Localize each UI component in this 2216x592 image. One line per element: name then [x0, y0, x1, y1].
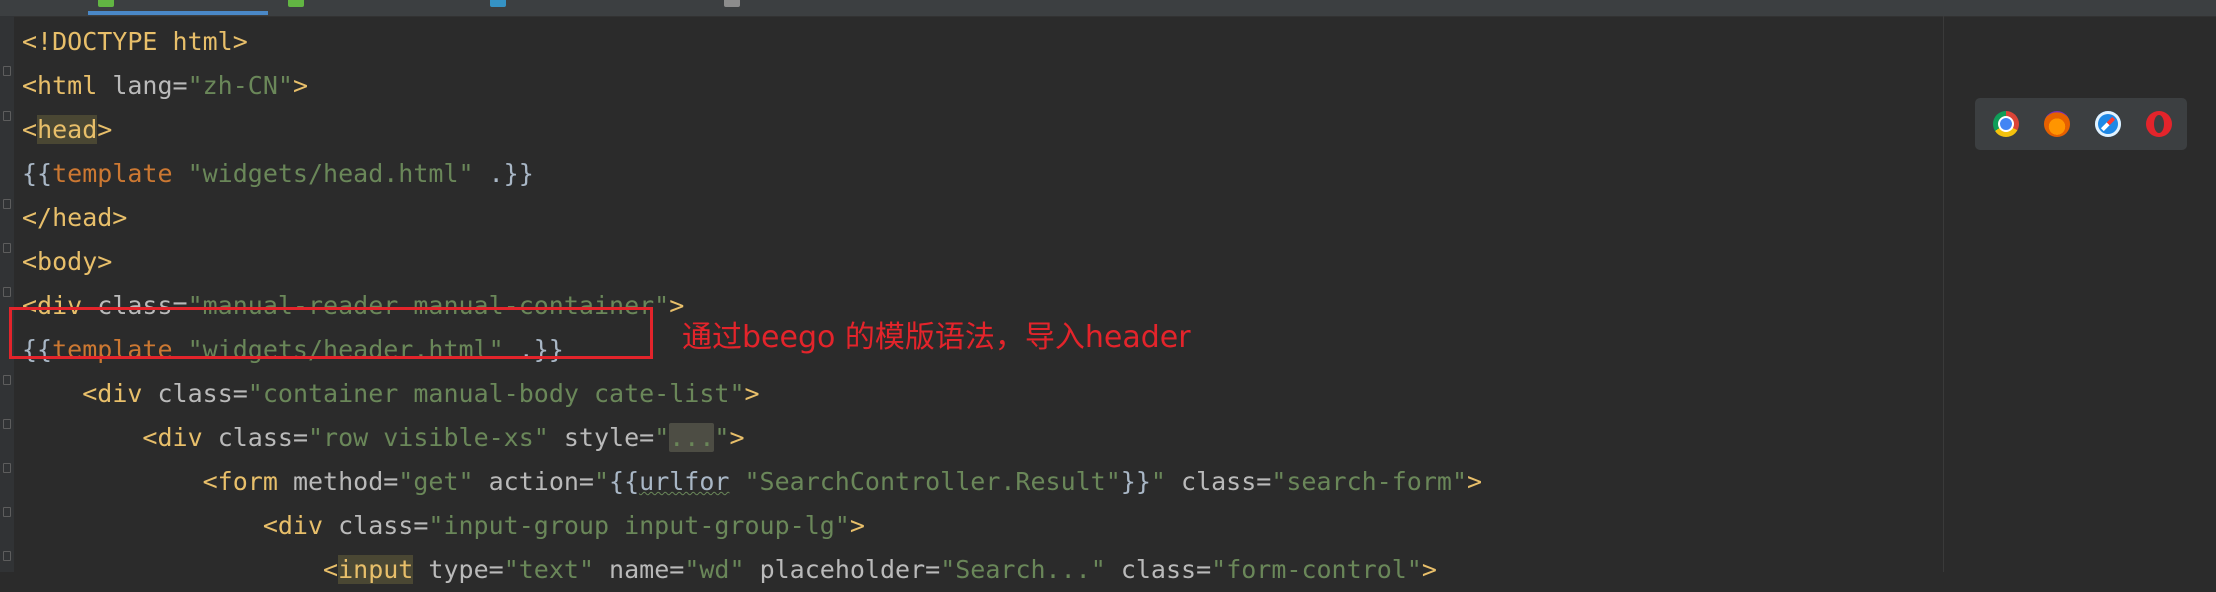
code-token: "container manual-body cate-list" — [247, 379, 745, 408]
code-token: <html — [22, 71, 113, 100]
code-token: "text" — [503, 555, 610, 584]
active-tab-indicator — [88, 11, 268, 15]
code-token: class= — [1181, 467, 1272, 496]
code-token: {{ — [22, 159, 53, 188]
code-token: class= — [338, 511, 429, 540]
code-token: type= — [428, 555, 504, 584]
file-tab-icon[interactable] — [490, 0, 506, 7]
fold-marker-icon[interactable] — [3, 199, 11, 209]
code-token: > — [1421, 555, 1437, 584]
code-token: " — [654, 423, 670, 452]
code-token: "SearchController.Result" — [729, 467, 1121, 496]
code-token: name= — [609, 555, 685, 584]
code-token: style= — [563, 423, 655, 452]
code-line[interactable]: <html lang="zh-CN"> — [22, 64, 308, 108]
fold-marker-icon[interactable] — [3, 551, 11, 561]
code-token: < — [323, 555, 339, 584]
code-line[interactable]: <!DOCTYPE html> — [22, 20, 248, 64]
code-token: <!DOCTYPE html> — [22, 27, 248, 56]
editor-gutter — [0, 16, 14, 572]
code-token: > — [744, 379, 760, 408]
code-token: "search-form" — [1271, 467, 1467, 496]
code-token: > — [97, 115, 113, 144]
fold-marker-icon[interactable] — [3, 66, 11, 76]
code-token: "row visible-xs" — [308, 423, 564, 452]
code-token: " — [1150, 467, 1182, 496]
right-margin-guide — [1943, 16, 1944, 572]
opera-icon[interactable] — [2146, 111, 2172, 137]
code-line[interactable]: {{template "widgets/head.html" .}} — [22, 152, 534, 196]
code-token: class= — [1120, 555, 1212, 584]
code-token: <div — [82, 379, 158, 408]
code-token: <div — [262, 511, 339, 540]
code-token: > — [1467, 467, 1483, 496]
browser-preview-toolbar — [1975, 98, 2187, 150]
fold-marker-icon[interactable] — [3, 419, 11, 429]
code-token: head — [37, 115, 98, 144]
fold-marker-icon[interactable] — [3, 375, 11, 385]
fold-marker-icon[interactable] — [3, 111, 11, 121]
code-token: <form — [202, 467, 293, 496]
annotation-text: 通过beego 的模版语法，导入header — [682, 320, 1191, 355]
code-token: "zh-CN" — [187, 71, 293, 100]
code-token: " — [714, 423, 730, 452]
firefox-icon[interactable] — [2044, 111, 2070, 137]
code-token: > — [849, 511, 865, 540]
code-line[interactable]: <body> — [22, 240, 112, 284]
code-token: < — [22, 115, 38, 144]
code-token: "input-group input-group-lg" — [428, 511, 850, 540]
code-line[interactable]: <div class="input-group input-group-lg"> — [22, 504, 865, 548]
code-token: template — [52, 159, 188, 188]
code-token: "form-control" — [1211, 555, 1422, 584]
code-token: "wd" — [684, 555, 760, 584]
code-token: "Search..." — [940, 555, 1121, 584]
code-line[interactable]: <div class="row visible-xs" style="..."> — [22, 416, 745, 460]
safari-icon[interactable] — [2095, 111, 2121, 137]
file-tab-icon[interactable] — [724, 0, 740, 7]
file-tab-icon[interactable] — [288, 0, 304, 7]
code-token: urlfor — [639, 467, 730, 496]
fold-marker-icon[interactable] — [3, 463, 11, 473]
code-token: "widgets/head.html" — [187, 159, 474, 188]
code-line[interactable]: <div class="container manual-body cate-l… — [22, 372, 760, 416]
code-line[interactable]: <input type="text" name="wd" placeholder… — [22, 548, 1437, 592]
code-token: </head> — [22, 203, 128, 232]
annotation-highlight-box — [9, 307, 653, 359]
fold-marker-icon[interactable] — [3, 287, 11, 297]
code-token: method= — [292, 467, 399, 496]
code-token: action= — [488, 467, 594, 496]
code-token: ... — [669, 423, 715, 452]
code-line[interactable]: <head> — [22, 108, 112, 152]
code-token: {{ — [609, 467, 640, 496]
file-tab-icon[interactable] — [98, 0, 114, 7]
fold-marker-icon[interactable] — [3, 243, 11, 253]
code-token: <div — [142, 423, 218, 452]
code-token: class= — [217, 423, 308, 452]
editor-tab-strip — [0, 0, 2216, 17]
code-token: .}} — [473, 159, 534, 188]
code-token: > — [292, 71, 308, 100]
code-token: input — [338, 555, 414, 584]
code-token: "get" — [398, 467, 489, 496]
code-token: class= — [157, 379, 248, 408]
code-token: " — [593, 467, 610, 496]
fold-marker-icon[interactable] — [3, 507, 11, 517]
code-token: > — [729, 423, 745, 452]
chrome-icon[interactable] — [1993, 111, 2019, 137]
code-line[interactable]: <form method="get" action="{{urlfor "Sea… — [22, 460, 1482, 504]
code-token: <body> — [22, 247, 113, 276]
code-line[interactable]: </head> — [22, 196, 127, 240]
code-token: placeholder= — [759, 555, 941, 584]
code-token: lang= — [112, 71, 188, 100]
code-token: }} — [1120, 467, 1151, 496]
